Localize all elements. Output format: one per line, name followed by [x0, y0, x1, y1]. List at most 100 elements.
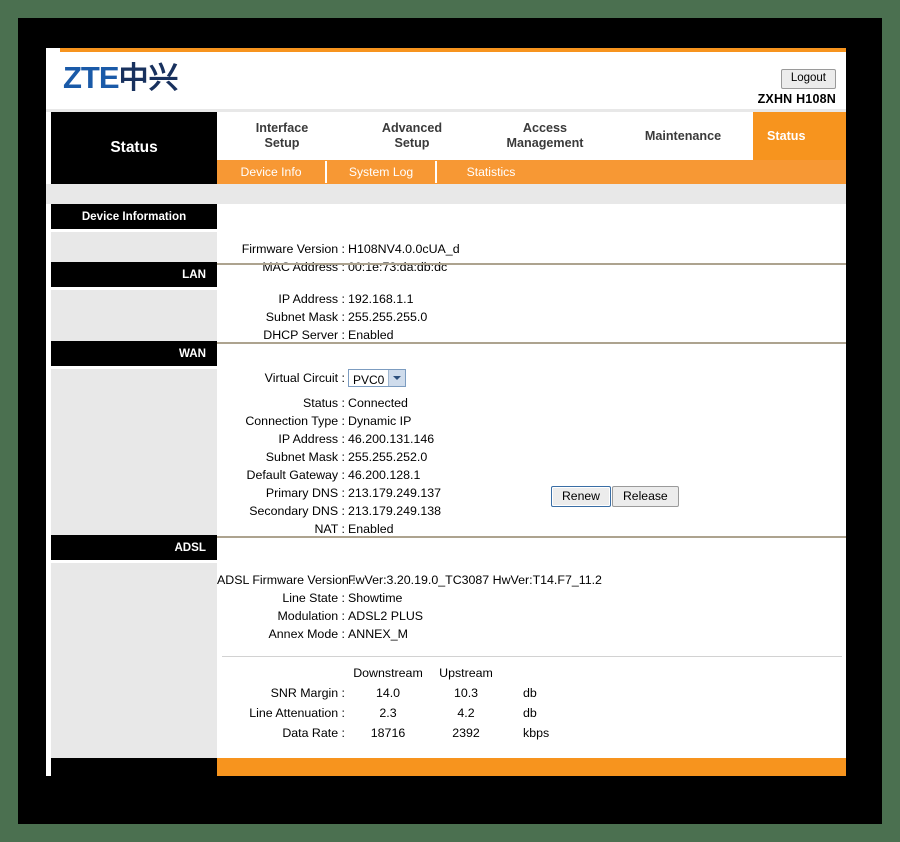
row-virtual-circuit: Virtual Circuit : PVC0: [217, 368, 406, 387]
tab-interface-setup-line1: Interface: [255, 121, 309, 135]
row-wan-ip-address-value: 46.200.131.146: [348, 432, 435, 446]
stats-line-attenuation-upstream: 4.2: [457, 706, 475, 720]
stats-line-attenuation-unit: db: [523, 706, 537, 720]
adsl-stats-hairline: [222, 656, 842, 657]
stats-data-rate-downstream: 18716: [370, 726, 406, 740]
logout-area: Logout ZXHN H108N: [758, 68, 836, 106]
row-adsl-annex-mode: Annex Mode : ANNEX_M: [217, 625, 408, 643]
rail-label-wan: WAN: [51, 341, 217, 366]
tab-status-label: Status: [767, 128, 806, 143]
footer-accent-bar: [217, 758, 846, 776]
tab-access-management[interactable]: Access Management: [477, 112, 613, 160]
row-adsl-modulation: Modulation : ADSL2 PLUS: [217, 607, 423, 625]
table-row: Data Rate : 18716 2392 kbps: [217, 723, 549, 743]
row-firmware-version-label: Firmware Version :: [241, 242, 345, 256]
tab-advanced-setup-line2: Setup: [394, 136, 430, 150]
virtual-circuit-selected-value: PVC0: [353, 372, 385, 387]
tab-maintenance[interactable]: Maintenance: [613, 112, 753, 160]
tab-advanced-setup-line1: Advanced: [381, 121, 443, 135]
stats-snr-margin-unit: db: [523, 686, 537, 700]
subtab-system-log[interactable]: System Log: [327, 160, 435, 184]
table-row: SNR Margin : 14.0 10.3 db: [217, 683, 549, 703]
row-firmware-version-value: H108NV4.0.0cUA_d: [348, 242, 460, 256]
tab-advanced-setup[interactable]: Advanced Setup: [347, 112, 477, 160]
stats-col-upstream: Upstream: [439, 666, 493, 680]
zte-logo: ZTE中兴: [63, 61, 179, 96]
renew-button[interactable]: Renew: [551, 486, 611, 507]
tab-interface-setup[interactable]: Interface Setup: [217, 112, 347, 160]
row-wan-secondary-dns-label: Secondary DNS :: [249, 504, 345, 518]
row-wan-subnet-mask-value: 255.255.252.0: [348, 450, 428, 464]
row-adsl-annex-mode-label: Annex Mode :: [268, 627, 345, 641]
row-lan-ip-address-label: IP Address :: [278, 292, 345, 306]
content-top-band: [46, 184, 846, 204]
subtab-statistics[interactable]: Statistics: [437, 160, 545, 184]
stats-snr-margin-upstream: 10.3: [453, 686, 479, 700]
stats-col-downstream: Downstream: [353, 666, 423, 680]
chevron-down-icon[interactable]: [388, 369, 405, 386]
row-wan-status: Status : Connected: [217, 394, 408, 412]
stats-unit-header: [505, 663, 549, 683]
row-adsl-firmware-version-label: ADSL Firmware Version :: [217, 573, 356, 587]
content-area: Device Information LAN WAN ADSL Firmware…: [46, 204, 846, 776]
adsl-stats-table: Downstream Upstream SNR Margin : 14.0 10…: [217, 663, 549, 743]
row-lan-subnet-mask-label: Subnet Mask :: [265, 310, 345, 324]
main-tab-bar: Interface Setup Advanced Setup Access Manag…: [217, 112, 846, 160]
row-wan-default-gateway-value: 46.200.128.1: [348, 468, 421, 482]
tab-access-management-line2: Management: [506, 136, 584, 150]
stats-data-rate-upstream: 2392: [452, 726, 480, 740]
row-wan-default-gateway-label: Default Gateway :: [246, 468, 345, 482]
stats-corner-cell: [217, 663, 349, 683]
row-wan-subnet-mask: Subnet Mask :255.255.252.0: [217, 448, 427, 466]
zte-logo-latin: ZTE: [63, 60, 120, 95]
row-mac-address: MAC Address :00:1e:73:da:db:dc: [217, 258, 447, 276]
stats-snr-margin-downstream: 14.0: [375, 686, 401, 700]
rail-label-lan: LAN: [51, 262, 217, 287]
release-button[interactable]: Release: [612, 486, 679, 507]
rail-gap-2: [51, 287, 217, 290]
page-header: ZTE中兴 Logout ZXHN H108N: [46, 52, 846, 109]
virtual-circuit-select[interactable]: PVC0: [348, 368, 406, 387]
row-lan-ip-address-value: 192.168.1.1: [348, 292, 414, 306]
sub-tab-bar: Device Info System Log Statistics: [217, 160, 846, 184]
rail-gap-4: [51, 560, 217, 563]
tab-interface-setup-line2: Setup: [264, 136, 300, 150]
row-wan-connection-type-label: Connection Type :: [245, 414, 345, 428]
zte-logo-cjk: 中兴: [118, 62, 179, 95]
table-header-row: Downstream Upstream: [217, 663, 549, 683]
browser-frame: ZTE中兴 Logout ZXHN H108N Status Interface…: [18, 18, 882, 824]
row-wan-status-label: Status :: [302, 396, 345, 410]
row-wan-primary-dns-label: Primary DNS :: [265, 486, 345, 500]
row-adsl-modulation-value: ADSL2 PLUS: [348, 609, 424, 623]
row-wan-primary-dns-value: 213.179.249.137: [348, 486, 442, 500]
row-wan-connection-type-value: Dynamic IP: [348, 414, 412, 428]
row-wan-secondary-dns: Secondary DNS :213.179.249.138: [217, 502, 441, 520]
device-model-label: ZXHN H108N: [757, 92, 836, 106]
tab-access-management-line1: Access: [522, 121, 568, 135]
section-title-status: Status: [51, 112, 217, 184]
stats-data-rate-label: Data Rate :: [282, 726, 345, 740]
navigation-block: Status Interface Setup Advanced Setup Acce…: [46, 112, 846, 184]
detail-panel: Firmware Version : H108NV4.0.0cUA_d MAC A…: [217, 204, 846, 776]
tab-status[interactable]: Status: [753, 112, 846, 160]
row-wan-status-value: Connected: [348, 396, 408, 410]
row-mac-address-label: MAC Address :: [262, 260, 345, 274]
rail-label-adsl: ADSL: [51, 535, 217, 560]
row-adsl-line-state-label: Line State :: [282, 591, 345, 605]
logout-button[interactable]: Logout: [780, 69, 836, 89]
row-adsl-line-state-value: Showtime: [348, 591, 403, 605]
subtab-device-info[interactable]: Device Info: [217, 160, 325, 184]
row-adsl-annex-mode-value: ANNEX_M: [348, 627, 408, 641]
rail-label-device-information: Device Information: [51, 204, 217, 229]
row-adsl-line-state: Line State : Showtime: [217, 589, 402, 607]
router-admin-page: ZTE中兴 Logout ZXHN H108N Status Interface…: [46, 48, 846, 776]
row-firmware-version: Firmware Version : H108NV4.0.0cUA_d: [217, 240, 460, 258]
footer-rail-block: [51, 758, 217, 776]
row-wan-connection-type: Connection Type : Dynamic IP: [217, 412, 411, 430]
table-row: Line Attenuation : 2.3 4.2 db: [217, 703, 549, 723]
row-lan-subnet-mask-value: 255.255.255.0: [348, 310, 428, 324]
row-adsl-firmware-version: ADSL Firmware Version :FwVer:3.20.19.0_T…: [217, 571, 602, 589]
row-wan-secondary-dns-value: 213.179.249.138: [348, 504, 442, 518]
stats-line-attenuation-downstream: 2.3: [379, 706, 397, 720]
tab-maintenance-label: Maintenance: [644, 128, 722, 143]
